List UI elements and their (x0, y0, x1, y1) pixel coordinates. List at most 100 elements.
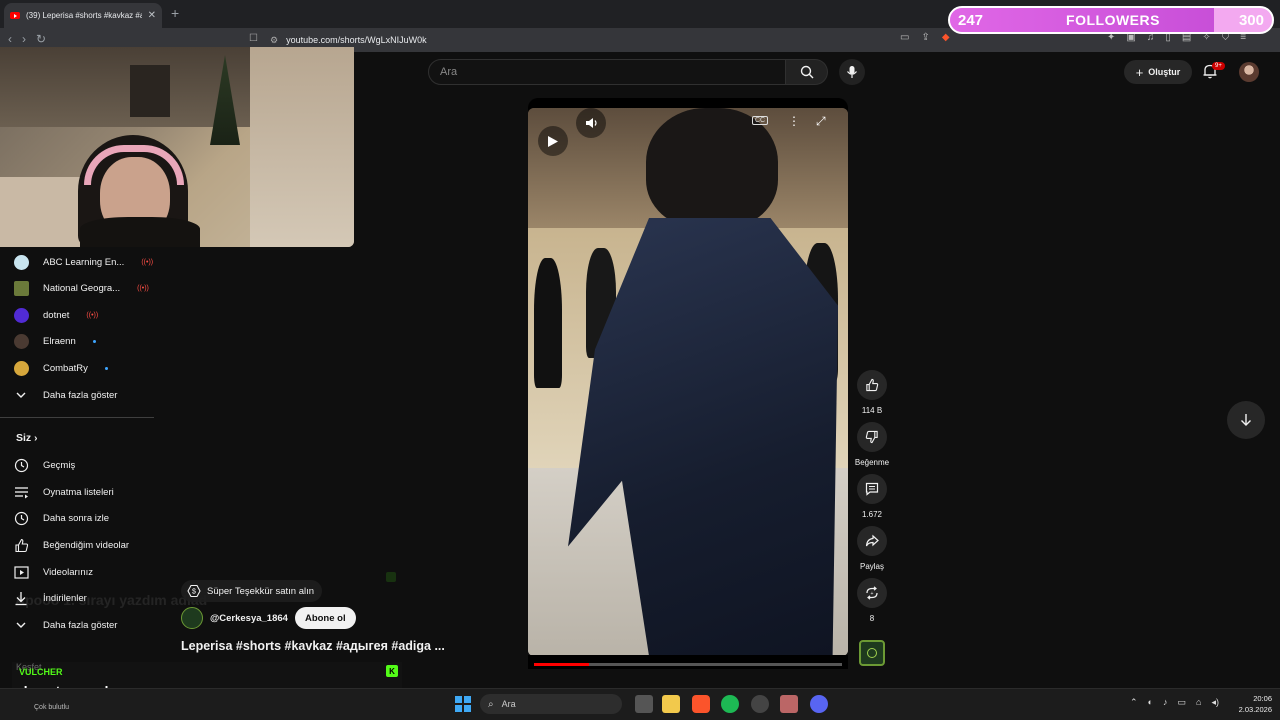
sidebar-show-more[interactable]: Daha fazla göster (12, 382, 117, 408)
share-action[interactable]: Paylaş (857, 526, 887, 571)
task-view-icon[interactable] (635, 695, 653, 713)
photos-icon[interactable] (780, 695, 798, 713)
sidebar-sub-elraenn[interactable]: Elraenn (12, 328, 96, 354)
new-content-dot (104, 366, 108, 370)
file-explorer-icon[interactable] (662, 695, 680, 713)
webcam-sofa (0, 177, 90, 247)
weather-widget[interactable]: Çok bulutlu (34, 704, 69, 711)
sidebar-sub-abc[interactable]: ABC Learning En... ((•)) (12, 249, 153, 275)
sound-channel-thumbnail[interactable] (859, 640, 885, 666)
tray-chevron-icon[interactable]: ⌃ (1130, 697, 1138, 708)
taskbar-clock[interactable]: 20:06 2.03.2026 (1226, 693, 1272, 715)
reload-icon[interactable]: ↻ (36, 32, 46, 46)
channel-avatar-icon (12, 253, 30, 271)
shorts-video-player[interactable]: CC ⋮ ⤢ (528, 108, 848, 656)
volume-icon[interactable]: ◂) (1211, 697, 1219, 708)
forward-icon[interactable]: › (22, 32, 26, 46)
playlist-icon (12, 483, 30, 501)
sidebar-sub-label: National Geogra... (43, 282, 121, 294)
brave-browser-icon[interactable] (692, 695, 710, 713)
ghost-kick-icon (386, 572, 396, 582)
obs-icon[interactable] (751, 695, 769, 713)
sidebar-item-playlists[interactable]: Oynatma listeleri (12, 479, 114, 505)
live-icon: ((•)) (86, 311, 99, 319)
like-action[interactable]: 114 B (857, 370, 887, 415)
channel-avatar-icon (12, 332, 30, 350)
share-label: Paylaş (859, 562, 884, 571)
discord-icon[interactable] (810, 695, 828, 713)
notification-badge: 9+ (1212, 62, 1225, 70)
sidebar-item-label: Geçmiş (43, 459, 76, 471)
followers-label: FOLLOWERS (1066, 12, 1160, 28)
display-icon[interactable]: ▭ (1177, 697, 1186, 708)
fullscreen-icon[interactable]: ⤢ (816, 114, 826, 129)
tab-title: (39) Leperisa #shorts #kavkaz #a (26, 11, 142, 20)
back-icon[interactable]: ‹ (8, 32, 12, 46)
remix-action[interactable]: + 8 (857, 578, 887, 623)
sidebar-item-label: Oynatma listeleri (43, 486, 114, 498)
microphone-icon[interactable]: ♪ (1163, 697, 1168, 708)
sidebar-item-your-videos[interactable]: Videolarınız (12, 559, 93, 585)
kick-logo-icon: K (386, 665, 398, 677)
account-avatar[interactable] (1239, 62, 1259, 82)
search-icon (800, 65, 813, 79)
create-button[interactable]: + Oluştur (1124, 60, 1192, 84)
sidebar-sub-combatry[interactable]: CombatRy (12, 355, 108, 381)
voice-search-button[interactable] (839, 59, 865, 85)
channel-name[interactable]: @Cerkesya_1864 (210, 613, 288, 624)
subscribe-button[interactable]: Abone ol (294, 607, 356, 629)
next-video-button[interactable] (1227, 401, 1265, 439)
followers-goal-bar: 247 FOLLOWERS 300 (948, 6, 1274, 34)
bookmark-icon[interactable]: ☐ (249, 33, 258, 44)
address-field[interactable]: ⚙ youtube.com/shorts/WgLxNIJuW0k (270, 31, 990, 49)
network-icon[interactable]: ⌂ (1196, 697, 1201, 708)
channel-avatar-icon (12, 306, 30, 324)
sidebar-sub-natgeo[interactable]: National Geogra... ((•)) (12, 275, 149, 301)
watch-later-icon (12, 509, 30, 527)
taskbar-search-label: Ara (501, 699, 516, 709)
taskbar-search[interactable]: ⌕ Ara (480, 694, 622, 714)
new-tab-icon[interactable]: + (171, 5, 179, 21)
show-more-label: Daha fazla göster (43, 619, 118, 631)
sidebar-you-heading[interactable]: Siz › (16, 432, 37, 444)
search-input[interactable]: Ara (428, 59, 786, 85)
search-button[interactable] (786, 59, 828, 85)
you-heading-label: Siz (16, 432, 32, 444)
sidebar-item-watch-later[interactable]: Daha sonra izle (12, 505, 109, 531)
sidebar-item-liked[interactable]: Beğendiğim videolar (12, 532, 129, 558)
video-title: Leperisa #shorts #kavkaz #адыгея #adiga … (181, 639, 445, 653)
volume-button[interactable] (576, 108, 606, 138)
super-thanks-button[interactable]: $ Süper Teşekkür satın alın (181, 580, 323, 602)
video-progress-fill (534, 663, 590, 666)
webcam-overlay (0, 47, 354, 247)
tray-app-icon[interactable]: ◐ (1148, 697, 1153, 708)
site-info-icon[interactable]: ⚙ (270, 35, 278, 46)
more-options-icon[interactable]: ⋮ (788, 114, 800, 128)
windows-start-icon[interactable] (455, 696, 471, 712)
tab-close-icon[interactable]: ✕ (148, 10, 156, 21)
chevron-down-icon (12, 616, 30, 634)
play-button[interactable] (538, 126, 568, 156)
super-thanks-icon: $ (187, 584, 201, 598)
browser-tab[interactable]: (39) Leperisa #shorts #kavkaz #a ✕ (4, 3, 162, 28)
followers-goal: 300 (1238, 12, 1264, 29)
captions-icon[interactable]: CC (752, 116, 769, 125)
sidebar-item-history[interactable]: Geçmiş (12, 452, 75, 478)
sidebar-sub-dotnet[interactable]: dotnet ((•)) (12, 302, 98, 328)
dislike-action[interactable]: Beğenme (855, 422, 889, 467)
show-more-label: Daha fazla göster (43, 389, 118, 401)
channel-avatar[interactable] (181, 607, 203, 629)
share-icon[interactable]: ⇪ (921, 32, 929, 43)
webcam-person-shoulders (80, 217, 200, 247)
cast-icon[interactable]: ▭ (900, 32, 909, 43)
spotify-icon[interactable] (721, 695, 739, 713)
chat-username: VULCHER (19, 667, 63, 677)
live-icon: ((•)) (141, 258, 154, 266)
comment-count: 1.672 (861, 510, 883, 519)
webcam-tv (130, 65, 170, 117)
address-bar-actions: ▭ ⇪ ◆ (900, 32, 950, 43)
browser-nav: ‹ › ↻ (8, 32, 46, 46)
sidebar-show-more-2[interactable]: Daha fazla göster (12, 612, 117, 638)
brave-shield-icon[interactable]: ◆ (942, 32, 950, 43)
comments-action[interactable]: 1.672 (857, 474, 887, 519)
